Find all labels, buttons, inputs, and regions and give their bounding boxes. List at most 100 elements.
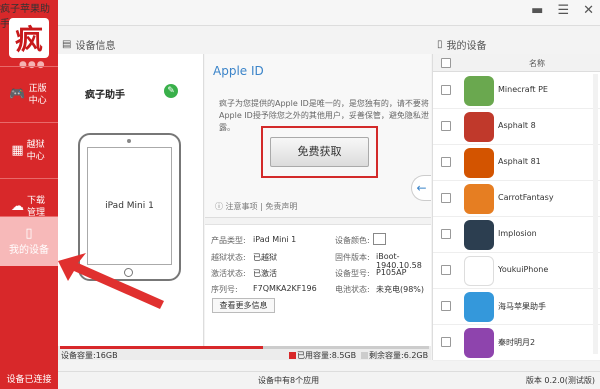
device-brand: 疯子助手	[85, 90, 125, 101]
info-icon: ⓘ	[215, 202, 223, 211]
app-checkbox[interactable]	[441, 85, 451, 95]
annotation-arrow	[58, 253, 164, 309]
spec-key: 序列号:	[211, 285, 238, 294]
close-icon[interactable]: ✕	[583, 3, 594, 18]
window-controls: ▬ ☰ ✕	[531, 3, 594, 18]
sidebar-item-label: 正版中心	[28, 83, 47, 106]
minimize-icon[interactable]: ▬	[531, 3, 543, 18]
app-icon	[464, 148, 494, 178]
spec-row: 越狱状态: 已越狱 固件版本: iBoot-1940.10.58	[211, 252, 431, 270]
app-checkbox[interactable]	[441, 193, 451, 203]
app-row[interactable]: Asphalt 81	[433, 145, 600, 181]
sidebar-item-my-device[interactable]: ▯ 我的设备	[0, 216, 58, 266]
app-name: Asphalt 81	[498, 157, 541, 166]
capacity-free-label: 剩余容量:6.2GB	[369, 351, 429, 360]
app-row[interactable]: Implosion	[433, 217, 600, 253]
app-checkbox[interactable]	[441, 337, 451, 347]
app-checkbox[interactable]	[441, 265, 451, 275]
app-name: 秦时明月2	[498, 338, 536, 347]
phone-icon: ▯	[25, 226, 33, 241]
app-name: CarrotFantasy	[498, 193, 554, 202]
get-free-button[interactable]: 免费获取	[270, 137, 369, 167]
highlight-box: 免费获取	[261, 126, 378, 178]
cloud-download-icon: ☁	[11, 199, 24, 214]
app-row[interactable]: 秦时明月2	[433, 325, 600, 361]
sidebar-item-label: 越狱中心	[26, 139, 45, 162]
spec-value: 已激活	[253, 269, 277, 278]
sidebar-item-store[interactable]: 🎮 正版中心	[0, 66, 58, 122]
camera-dot	[127, 139, 131, 143]
app-row[interactable]: Asphalt 8	[433, 109, 600, 145]
spec-key: 设备型号:	[335, 269, 370, 278]
app-count: 设备中有8个应用	[258, 376, 320, 385]
sidebar-item-jailbreak[interactable]: ▦ 越狱中心	[0, 122, 58, 178]
app-row[interactable]: YoukuiPhone	[433, 253, 600, 289]
app-icon	[464, 112, 494, 142]
status-bar: 设备中有8个应用 版本 0.2.0(测试版)	[58, 371, 600, 389]
apple-id-heading: Apple ID	[213, 64, 264, 78]
logo-glyph: 疯	[14, 23, 43, 56]
device-specs: 产品类型: iPad Mini 1 设备颜色: 越狱状态: 已越狱 固件版本: …	[205, 224, 431, 346]
sidebar-item-label: 我的设备	[9, 245, 49, 256]
apple-id-panel: Apple ID 疯子为您提供的Apple ID是唯一的，是您独有的，请不要将A…	[205, 54, 431, 218]
scrollbar[interactable]	[593, 74, 598, 354]
select-all-checkbox[interactable]	[441, 58, 451, 68]
capacity-free: 剩余容量:6.2GB	[361, 350, 428, 361]
gamepad-icon: 🎮	[9, 87, 26, 102]
device-info-icon: ▤	[62, 38, 72, 50]
app-name: Minecraft PE	[498, 85, 548, 94]
app-row[interactable]: Minecraft PE	[433, 73, 600, 109]
app-name: YoukuiPhone	[498, 265, 549, 274]
device-color-swatch	[373, 233, 386, 245]
app-list-title: 我的设备	[446, 40, 487, 52]
spec-value: P105AP	[376, 268, 407, 277]
spec-value: F7QMKA2KF196	[253, 284, 317, 293]
disclaimer-link[interactable]: 免责声明	[265, 202, 297, 211]
app-icon	[464, 184, 494, 214]
used-legend-icon	[289, 352, 296, 359]
spec-value: 已越狱	[253, 253, 277, 262]
app-logo: 疯	[9, 18, 49, 58]
app-icon	[464, 76, 494, 106]
column-name: 名称	[529, 59, 545, 68]
connection-status: 设备已连接	[0, 372, 58, 389]
sidebar-item-label: 下载管理	[27, 195, 46, 218]
app-name: 海马苹果助手	[498, 302, 546, 311]
app-icon	[464, 292, 494, 322]
app-name: Asphalt 8	[498, 121, 536, 130]
app-checkbox[interactable]	[441, 121, 451, 131]
grid-icon: ▦	[11, 143, 24, 158]
app-name: Implosion	[498, 229, 537, 238]
device-list-icon: ▯	[437, 38, 443, 50]
spec-key: 固件版本:	[335, 253, 370, 262]
app-icon	[464, 220, 494, 250]
app-row[interactable]: 海马苹果助手	[433, 289, 600, 325]
capacity-used-fill	[60, 346, 263, 349]
menu-icon[interactable]: ☰	[557, 3, 569, 18]
spec-value: iPad Mini 1	[253, 235, 297, 244]
spec-row: 产品类型: iPad Mini 1 设备颜色:	[211, 233, 431, 252]
more-info-button[interactable]: 查看更多信息	[212, 298, 275, 313]
capacity-bar: 设备容量:16GB 已用容量:8.5GB 剩余容量:6.2GB	[58, 346, 431, 360]
edit-icon[interactable]: ✎	[164, 84, 178, 98]
capacity-total: 设备容量:16GB	[61, 351, 118, 360]
capacity-used-label: 已用容量:8.5GB	[297, 351, 357, 360]
collapse-arrow-icon[interactable]: ←	[411, 175, 431, 201]
app-checkbox[interactable]	[441, 157, 451, 167]
capacity-free-fill	[263, 346, 429, 349]
spec-key: 设备颜色:	[335, 236, 370, 245]
device-screen: iPad Mini 1	[87, 147, 172, 265]
spec-key: 电池状态:	[335, 285, 370, 294]
title-bar: ▬ ☰ ✕	[0, 0, 600, 26]
app-icon	[464, 328, 494, 358]
free-legend-icon	[361, 352, 368, 359]
app-list-column-header: 名称	[433, 54, 600, 72]
spec-value: 未充电(98%)	[376, 285, 425, 294]
notes-link[interactable]: 注意事项	[226, 202, 258, 211]
version-label: 版本 0.2.0(测试版)	[525, 376, 595, 385]
app-checkbox[interactable]	[441, 301, 451, 311]
app-row[interactable]: CarrotFantasy	[433, 181, 600, 217]
app-checkbox[interactable]	[441, 229, 451, 239]
app-list: 名称 Minecraft PE Asphalt 8 Asphalt 81 Carrot…	[432, 54, 600, 361]
app-icon	[464, 256, 494, 286]
